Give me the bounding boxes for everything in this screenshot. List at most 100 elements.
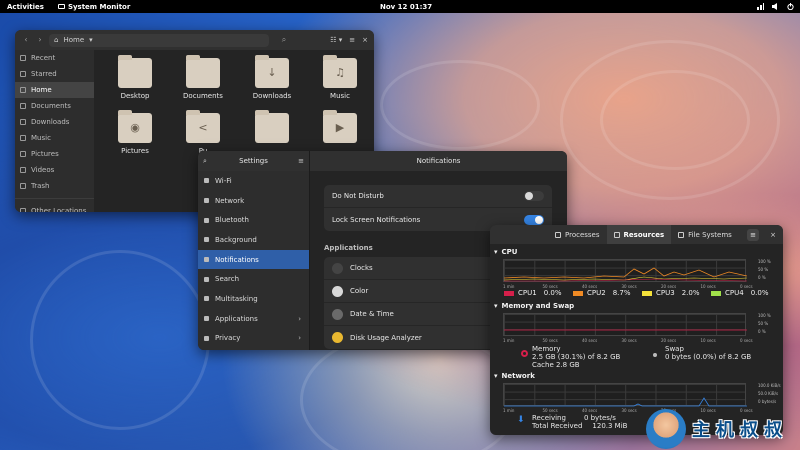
sidebar-item-label: Downloads	[31, 118, 70, 126]
sidebar-item-pictures[interactable]: Pictures	[15, 146, 94, 162]
wallpaper-swirl	[600, 70, 750, 170]
dnd-row[interactable]: Do Not Disturb	[324, 185, 552, 208]
memory-section[interactable]: ▾ Memory and Swap	[494, 302, 574, 310]
cpu-value: 2.0%	[681, 289, 700, 297]
menu-icon[interactable]: ≡	[298, 157, 304, 165]
cpu-title: CPU	[501, 248, 518, 256]
cpu-color-swatch[interactable]	[710, 289, 722, 297]
sidebar-item-other-locations[interactable]: Other Locations	[15, 203, 94, 212]
back-button[interactable]: ‹	[21, 35, 31, 45]
folder-icon: ◉	[118, 110, 152, 143]
cpu-graph	[503, 259, 747, 282]
folder-item[interactable]: ♫ Music	[315, 55, 365, 100]
menu-icon[interactable]: ≡	[747, 228, 759, 241]
sidebar-item-downloads[interactable]: Downloads	[15, 114, 94, 130]
memory-cache: Cache 2.8 GB	[532, 361, 580, 369]
sidebar-item-notifications[interactable]: Notifications	[198, 249, 309, 270]
settings-sidebar: Wi-Fi Network Bluetooth Background Notificat…	[198, 171, 310, 350]
chevron-down-icon[interactable]: ▾	[89, 36, 93, 44]
chevron-down-icon: ▾	[494, 302, 498, 310]
volume-icon	[772, 3, 779, 10]
cpu-color-swatch[interactable]	[641, 289, 653, 297]
cpu-color-swatch[interactable]	[503, 289, 515, 297]
memory-pie-icon[interactable]	[521, 350, 528, 357]
tab-resources[interactable]: Resources	[606, 225, 672, 244]
download-icon	[20, 119, 26, 125]
cpu-y-label: 100 %	[758, 259, 771, 264]
sidebar-item-starred[interactable]: Starred	[15, 66, 94, 82]
sidebar-item-multitasking[interactable]: Multitasking	[198, 289, 309, 309]
sidebar-item-documents[interactable]: Documents	[15, 98, 94, 114]
dnd-toggle[interactable]	[524, 191, 544, 201]
memory-label: Memory	[532, 345, 561, 353]
sidebar-item-bluetooth[interactable]: Bluetooth	[198, 210, 309, 230]
folder-item[interactable]: Documents	[178, 55, 228, 100]
cpu-value: 8.7%	[612, 289, 631, 297]
network-section[interactable]: ▾ Network	[494, 372, 535, 380]
sidebar-item-home[interactable]: Home	[15, 82, 94, 98]
tab-label: Processes	[565, 230, 600, 239]
swap-pie-icon[interactable]	[653, 353, 657, 357]
system-monitor-window[interactable]: Processes Resources File Systems ≡ × ▾ CPU…	[490, 225, 783, 435]
cpu-label: CPU3	[656, 289, 675, 297]
folder-item[interactable]	[247, 110, 297, 147]
sidebar-item-applications[interactable]: Applications ›	[198, 309, 309, 329]
sidebar-item-label: Documents	[31, 102, 71, 110]
folder-icon: <	[186, 110, 220, 143]
sidebar-item-search[interactable]: Search	[198, 269, 309, 289]
folder-item[interactable]: Desktop	[110, 55, 160, 100]
sidebar-item-music[interactable]: Music	[15, 130, 94, 146]
chevron-right-icon: ›	[298, 334, 301, 343]
chevron-down-icon: ▾	[494, 248, 498, 256]
path-bar[interactable]: ⌂ Home ▾	[49, 33, 269, 47]
search-icon[interactable]: ⌕	[203, 157, 207, 166]
sidebar-item-label: Recent	[31, 54, 56, 62]
sidebar-item-background[interactable]: Background	[198, 230, 309, 250]
view-toggle-icon[interactable]: ☷ ▾	[330, 36, 342, 44]
forward-button[interactable]: ›	[35, 35, 45, 45]
folder-item[interactable]: <Pu	[178, 110, 228, 155]
close-icon[interactable]: ×	[770, 231, 776, 239]
folder-item[interactable]: ◉ Pictures	[110, 110, 160, 155]
search-icon[interactable]: ⌕	[279, 35, 289, 45]
x-axis-label: 30 secs	[621, 408, 637, 413]
settings-title: Settings	[239, 157, 268, 165]
settings-item-icon	[204, 296, 209, 302]
close-icon[interactable]: ×	[362, 36, 368, 44]
activities-button[interactable]: Activities	[7, 3, 44, 11]
files-header: ‹ › ⌂ Home ▾ ⌕ ☷ ▾ ≡ ×	[15, 30, 374, 50]
sidebar-item-videos[interactable]: Videos	[15, 162, 94, 178]
tab-processes[interactable]: Processes	[548, 225, 607, 244]
memory-y-label: 100 %	[758, 313, 771, 318]
cpu-legend-item[interactable]: CPU4 0.0%	[710, 289, 768, 297]
x-axis-label: 50 secs	[542, 408, 558, 413]
cpu-legend-item[interactable]: CPU3 2.0%	[641, 289, 699, 297]
app-label: Clocks	[350, 264, 373, 272]
tab-file-systems[interactable]: File Systems	[671, 225, 739, 244]
folder-glyph: ♫	[335, 66, 345, 79]
folder-item[interactable]: ↓ Downloads	[247, 55, 297, 100]
app-menu[interactable]: System Monitor	[57, 3, 130, 11]
sidebar-item-label: Bluetooth	[215, 216, 249, 225]
clock[interactable]: Nov 12 01:37	[380, 3, 432, 11]
cpu-color-swatch[interactable]	[572, 289, 584, 297]
sidebar-separator	[15, 198, 94, 199]
menu-icon[interactable]: ≡	[349, 36, 355, 44]
sidebar-item-privacy[interactable]: Privacy ›	[198, 329, 309, 349]
cpu-legend-item[interactable]: CPU1 0.0%	[503, 289, 561, 297]
folder-label: Documents	[183, 92, 223, 100]
sidebar-item-wi-fi[interactable]: Wi-Fi	[198, 171, 309, 191]
lock-screen-toggle[interactable]	[524, 214, 544, 225]
wallpaper-swirl	[380, 60, 540, 150]
cpu-legend-item[interactable]: CPU2 8.7%	[572, 289, 630, 297]
sidebar-item-trash[interactable]: Trash	[15, 178, 94, 194]
system-tray[interactable]	[757, 3, 794, 11]
network-y-label: 0 bytes/s	[758, 399, 777, 404]
app-label: Disk Usage Analyzer	[350, 333, 422, 342]
sidebar-item-recent[interactable]: Recent	[15, 50, 94, 66]
swap-usage: 0 bytes (0.0%) of 8.2 GB	[665, 353, 752, 361]
sidebar-item-network[interactable]: Network	[198, 191, 309, 211]
memory-y-label: 50 %	[758, 321, 769, 326]
folder-item[interactable]: ▶	[315, 110, 365, 147]
cpu-section[interactable]: ▾ CPU	[494, 248, 517, 256]
